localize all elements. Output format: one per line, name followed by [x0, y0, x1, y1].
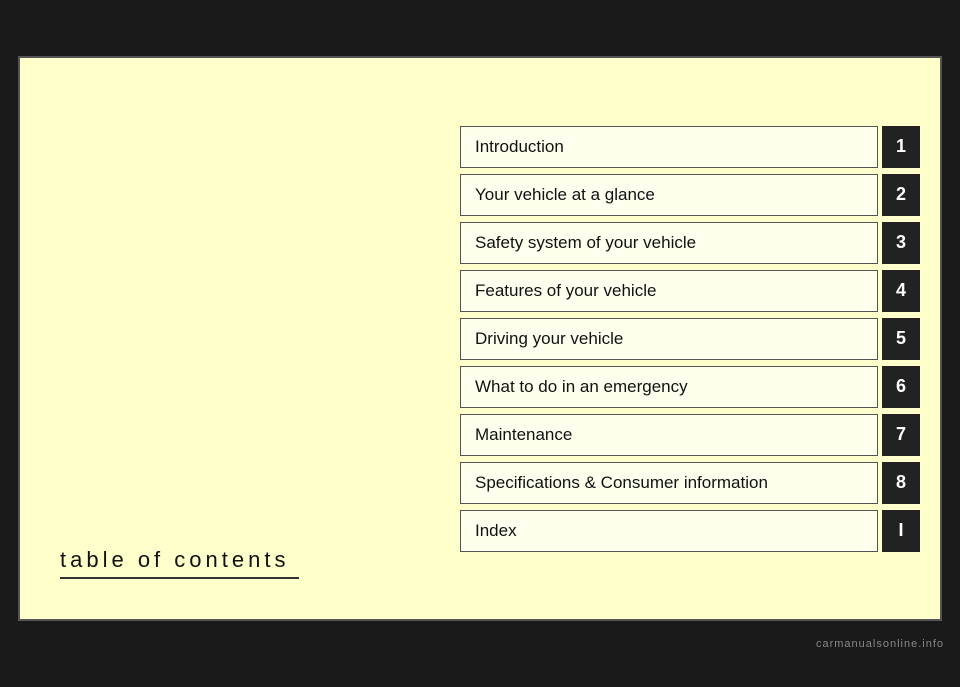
toc-entry-number: 3 — [882, 222, 920, 264]
toc-list: Introduction1Your vehicle at a glance2Sa… — [460, 88, 920, 589]
toc-entry-label: Specifications & Consumer information — [460, 462, 878, 504]
toc-entry-number: I — [882, 510, 920, 552]
table-of-contents-label: table of contents — [60, 547, 299, 579]
toc-entry-number: 6 — [882, 366, 920, 408]
left-section: table of contents — [40, 88, 460, 589]
toc-entry-label: Maintenance — [460, 414, 878, 456]
toc-entry-label: What to do in an emergency — [460, 366, 878, 408]
watermark: carmanualsonline.info — [816, 638, 944, 650]
toc-row[interactable]: Maintenance7 — [460, 414, 920, 456]
top-bar — [0, 0, 960, 48]
toc-entry-number: 7 — [882, 414, 920, 456]
toc-row[interactable]: IndexI — [460, 510, 920, 552]
toc-row[interactable]: Introduction1 — [460, 126, 920, 168]
toc-entry-number: 5 — [882, 318, 920, 360]
toc-entry-label: Features of your vehicle — [460, 270, 878, 312]
toc-entry-label: Index — [460, 510, 878, 552]
toc-entry-label: Introduction — [460, 126, 878, 168]
toc-entry-number: 4 — [882, 270, 920, 312]
toc-entry-number: 1 — [882, 126, 920, 168]
toc-row[interactable]: What to do in an emergency6 — [460, 366, 920, 408]
toc-row[interactable]: Driving your vehicle5 — [460, 318, 920, 360]
toc-entry-label: Safety system of your vehicle — [460, 222, 878, 264]
toc-entry-label: Driving your vehicle — [460, 318, 878, 360]
toc-row[interactable]: Safety system of your vehicle3 — [460, 222, 920, 264]
bottom-bar: carmanualsonline.info — [0, 629, 960, 659]
toc-row[interactable]: Your vehicle at a glance2 — [460, 174, 920, 216]
toc-row[interactable]: Features of your vehicle4 — [460, 270, 920, 312]
toc-entry-number: 2 — [882, 174, 920, 216]
content-box: table of contents Introduction1Your vehi… — [18, 56, 942, 621]
main-content: table of contents Introduction1Your vehi… — [0, 48, 960, 629]
toc-entry-number: 8 — [882, 462, 920, 504]
toc-entry-label: Your vehicle at a glance — [460, 174, 878, 216]
toc-row[interactable]: Specifications & Consumer information8 — [460, 462, 920, 504]
